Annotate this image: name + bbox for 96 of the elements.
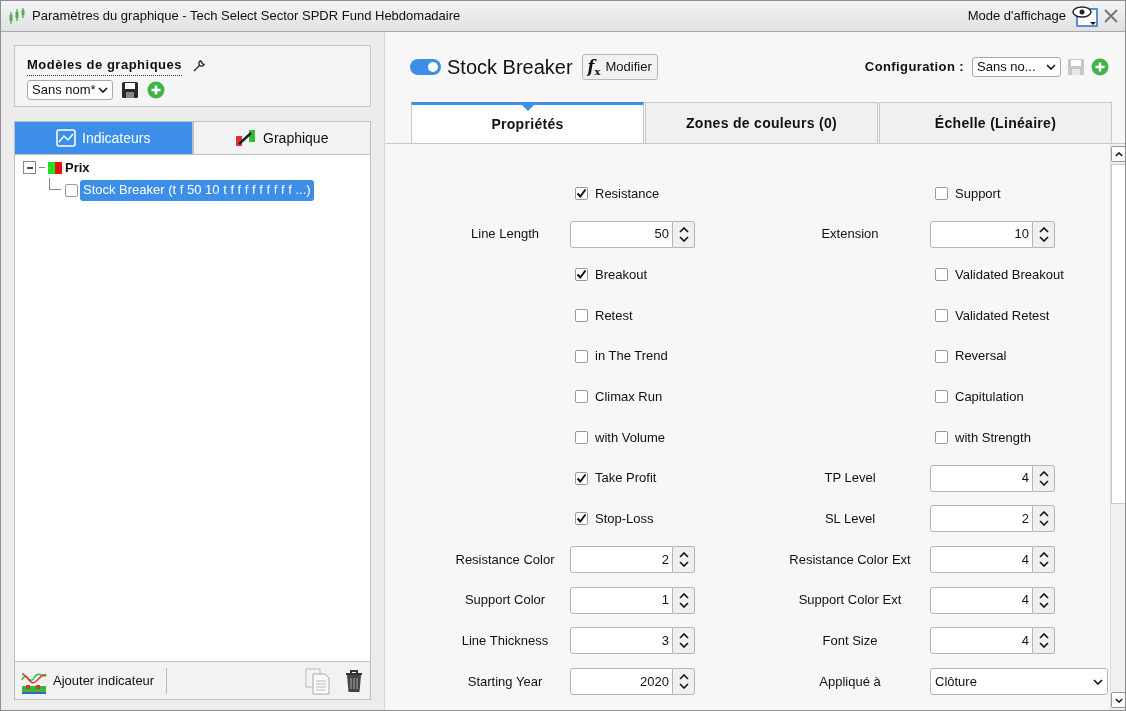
checkbox[interactable]	[935, 349, 948, 363]
number-field[interactable]: 4	[930, 586, 1033, 614]
checkbox-label: with Volume	[595, 428, 666, 447]
field-label: Extension	[821, 225, 879, 244]
spin-buttons[interactable]	[1033, 627, 1055, 655]
spin-buttons[interactable]	[1033, 464, 1055, 492]
configuration-label: Configuration :	[864, 58, 964, 77]
spin-buttons[interactable]	[673, 220, 695, 248]
add-indicator-button[interactable]: Ajouter indicateur	[21, 667, 168, 694]
checkbox[interactable]	[935, 186, 948, 200]
field-label: TP Level	[824, 469, 876, 488]
tree-item[interactable]: Prix	[65, 157, 90, 178]
field-label: Starting Year	[467, 672, 543, 691]
spin-buttons[interactable]	[673, 586, 695, 614]
checkbox-label: Take Profit	[595, 469, 657, 488]
checkbox-label: with Strength	[955, 428, 1031, 447]
spin-buttons[interactable]	[1033, 586, 1055, 614]
number-field[interactable]: 1	[570, 586, 673, 614]
checkbox[interactable]	[575, 186, 588, 200]
checkbox-label: Validated Retest	[955, 306, 1050, 325]
field-label: SL Level	[824, 510, 876, 529]
tab[interactable]: Échelle (Linéaire)	[879, 102, 1112, 143]
spin-buttons[interactable]	[1033, 505, 1055, 533]
number-field[interactable]: 4	[930, 546, 1033, 574]
field-label: Support Color Ext	[798, 591, 902, 610]
number-field[interactable]: 2	[930, 505, 1033, 533]
number-field[interactable]: 4	[930, 627, 1033, 655]
spin-buttons[interactable]	[673, 668, 695, 696]
panel-title: Modèles de graphiques	[27, 55, 182, 76]
add-icon[interactable]	[146, 80, 165, 99]
toggle-switch[interactable]	[410, 59, 441, 75]
field-label: Resistance Color Ext	[789, 550, 911, 569]
checkbox-label: Reversal	[955, 347, 1007, 366]
checkbox[interactable]	[575, 308, 588, 322]
number-field[interactable]: 2	[570, 546, 673, 574]
checkbox-label: Stop-Loss	[595, 510, 654, 529]
caret-icon	[1093, 678, 1103, 685]
checkbox-label: Validated Breakout	[955, 265, 1064, 284]
checkbox[interactable]	[65, 183, 78, 197]
checkbox[interactable]	[935, 430, 948, 444]
configuration-select[interactable]: Sans no...	[972, 57, 1061, 77]
checkbox-label: in The Trend	[595, 347, 668, 366]
checkbox[interactable]	[935, 268, 948, 282]
number-field[interactable]: 3	[570, 627, 673, 655]
number-field[interactable]: 50	[570, 220, 673, 248]
select-field[interactable]: Clôture	[930, 668, 1108, 696]
save-icon[interactable]	[120, 80, 139, 99]
number-field[interactable]: 4	[930, 464, 1033, 492]
spin-buttons[interactable]	[673, 627, 695, 655]
checkbox[interactable]	[575, 471, 588, 485]
checkbox-label: Support	[955, 184, 1001, 203]
checkbox[interactable]	[935, 308, 948, 322]
checkbox[interactable]	[575, 390, 588, 404]
checkbox[interactable]	[575, 512, 588, 526]
field-label: Font Size	[822, 632, 878, 651]
collapse-toggle[interactable]	[23, 161, 36, 174]
add-icon[interactable]	[1091, 58, 1109, 76]
tab[interactable]: Propriétés	[411, 102, 644, 143]
scroll-down-button[interactable]	[1111, 692, 1125, 708]
checkbox[interactable]	[575, 349, 588, 363]
scroll-up-button[interactable]	[1111, 146, 1125, 162]
number-field[interactable]: 10	[930, 220, 1033, 248]
checkbox-label: Climax Run	[595, 388, 663, 407]
spin-buttons[interactable]	[673, 546, 695, 574]
tab[interactable]: Graphique	[192, 121, 371, 155]
trash-icon[interactable]	[344, 668, 364, 693]
checkbox[interactable]	[575, 430, 588, 444]
checkbox-label: Breakout	[595, 265, 648, 284]
modify-button[interactable]: f$_{x}$ Modifier	[581, 54, 658, 80]
caret-down-icon	[1114, 697, 1123, 703]
checkbox-label: Capitulation	[955, 388, 1024, 407]
caret-icon	[1046, 64, 1056, 70]
spin-buttons[interactable]	[1033, 220, 1055, 248]
scrollbar[interactable]	[1110, 144, 1125, 710]
indicator-title: Stock Breaker	[447, 55, 573, 80]
checkbox-label: Retest	[595, 306, 633, 325]
checkbox[interactable]	[935, 390, 948, 404]
eye-window-icon[interactable]	[1072, 5, 1098, 27]
close-icon[interactable]	[1104, 9, 1118, 23]
field-label: Appliqué à	[819, 672, 881, 691]
field-label: Line Thickness	[461, 632, 549, 651]
tab[interactable]: Zones de couleurs (0)	[645, 102, 878, 143]
field-label: Resistance Color	[455, 550, 555, 569]
spin-buttons[interactable]	[1033, 546, 1055, 574]
checkbox-label: Resistance	[595, 184, 660, 203]
caret-up-icon	[1114, 151, 1123, 157]
checkbox[interactable]	[575, 268, 588, 282]
field-label: Line Length	[471, 225, 539, 244]
field-label: Support Color	[464, 591, 546, 610]
window-title: Paramètres du graphique - Tech Select Sector SPDR Fund Hebdomadaire	[32, 7, 461, 26]
template-select[interactable]: Sans nom*	[27, 79, 113, 100]
number-field[interactable]: 2020	[570, 668, 673, 696]
view-mode-label: Mode d'affichage	[967, 7, 1066, 26]
caret-icon	[97, 86, 108, 93]
price-bars-icon	[48, 161, 62, 174]
candlestick-icon	[8, 7, 26, 25]
